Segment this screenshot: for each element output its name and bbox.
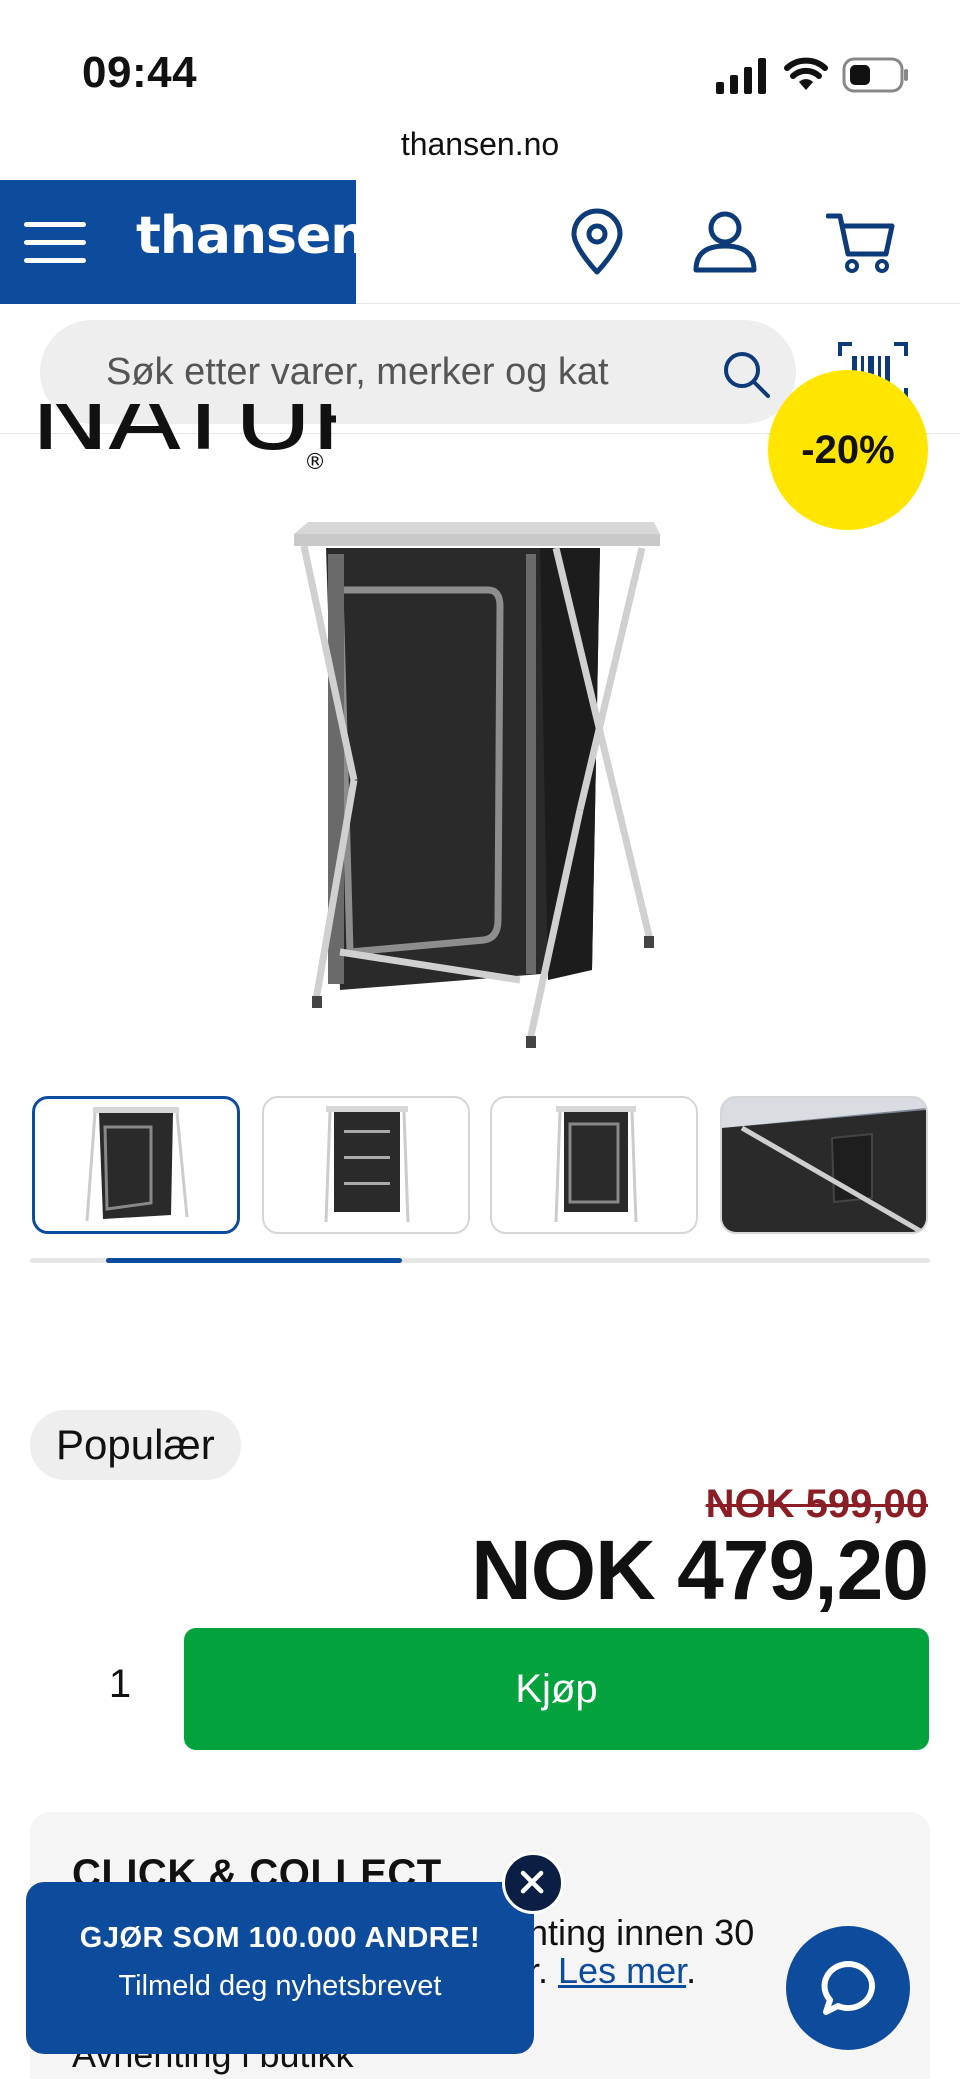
current-price: NOK 479,20 xyxy=(471,1523,929,1617)
wifi-icon xyxy=(784,57,828,90)
thumbnail-strip xyxy=(32,1096,928,1236)
cellular-signal-icon xyxy=(716,58,766,94)
discount-badge: -20% xyxy=(768,370,928,530)
chat-button[interactable] xyxy=(786,1926,910,2050)
popular-badge: Populær xyxy=(30,1410,241,1480)
newsletter-heading: GJØR SOM 100.000 ANDRE! xyxy=(79,1922,481,1954)
registered-mark: ® xyxy=(304,450,326,474)
close-icon[interactable] xyxy=(502,1852,564,1914)
thumbnail-1[interactable] xyxy=(32,1096,240,1234)
location-icon[interactable] xyxy=(562,208,632,278)
read-more-link[interactable]: Les mer xyxy=(558,1950,686,1991)
site-logo[interactable]: thansen xyxy=(136,206,367,266)
click-collect-text-1: enting innen 30 xyxy=(508,1912,755,1953)
quantity-input[interactable]: 1 xyxy=(30,1628,180,1750)
brand-logo-text: NATURE xyxy=(36,404,336,470)
quantity-value[interactable]: 1 xyxy=(30,1662,210,1707)
product-image[interactable] xyxy=(280,520,670,1060)
click-collect-text: enting innen 30 er. Les mer. xyxy=(508,1914,754,1990)
chat-icon xyxy=(821,1961,875,2015)
newsletter-popup[interactable]: GJØR SOM 100.000 ANDRE! Tilmeld deg nyhe… xyxy=(26,1882,534,2054)
thumbnail-1-image xyxy=(85,1107,189,1222)
search-input[interactable]: Søk etter varer, merker og kat xyxy=(106,346,676,398)
thumbnail-4[interactable] xyxy=(720,1096,928,1234)
status-bar: 09:44 xyxy=(0,0,960,120)
gallery-scrollbar[interactable] xyxy=(30,1258,930,1263)
click-collect-text-end: . xyxy=(686,1950,697,1991)
site-header: thansen xyxy=(0,180,960,304)
menu-icon[interactable] xyxy=(22,218,88,266)
old-price: NOK 599,00 xyxy=(705,1482,928,1526)
brand-logo: NATURE ® xyxy=(36,404,336,474)
page: { "status_bar": { "time": "09:44" }, "br… xyxy=(0,0,960,2079)
gallery-scroll-thumb[interactable] xyxy=(106,1258,402,1263)
status-time: 09:44 xyxy=(82,48,198,97)
thumbnail-3[interactable] xyxy=(490,1096,698,1234)
thumbnail-3-image xyxy=(554,1106,638,1223)
thumbnail-2[interactable] xyxy=(262,1096,470,1234)
thumbnail-4-image xyxy=(722,1098,926,1232)
discount-text: -20% xyxy=(801,428,895,472)
cart-icon[interactable] xyxy=(826,208,896,278)
user-icon[interactable] xyxy=(690,208,760,278)
brand-block: thansen xyxy=(0,180,367,304)
thumbnail-2-image xyxy=(324,1106,410,1223)
search-icon[interactable] xyxy=(720,348,774,402)
battery-icon xyxy=(842,57,908,93)
newsletter-subtext: Tilmeld deg nyhetsbrevet xyxy=(118,1970,442,2002)
browser-url[interactable]: thansen.no xyxy=(0,120,960,180)
buy-button[interactable]: Kjøp xyxy=(184,1628,929,1750)
